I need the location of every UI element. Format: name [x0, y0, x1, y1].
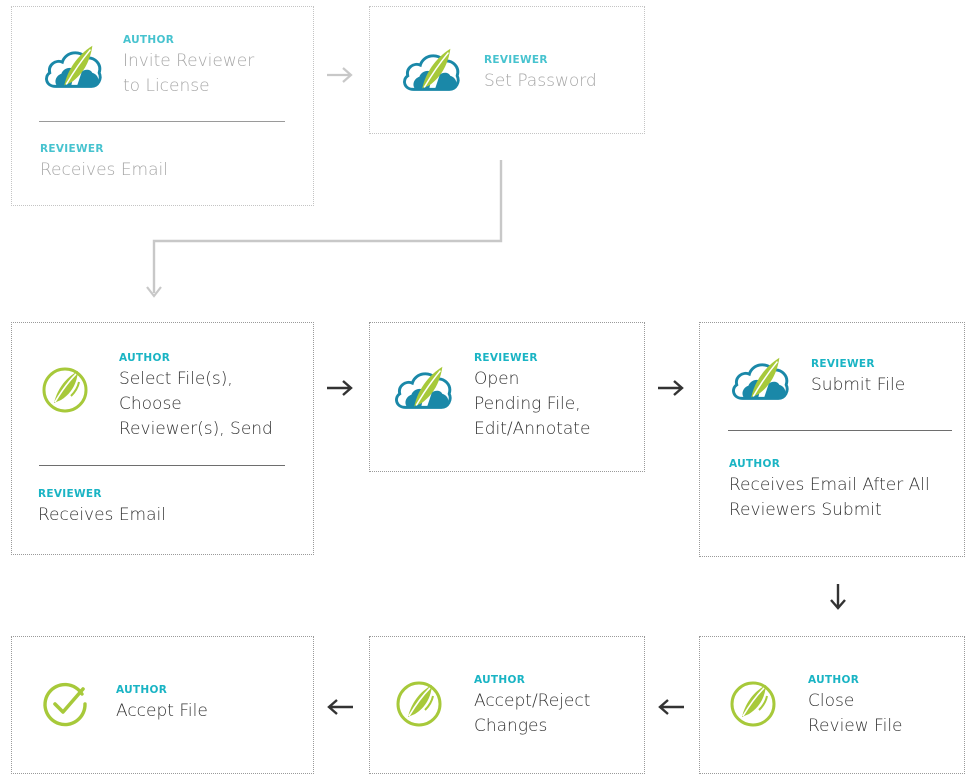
role-label: REVIEWER — [474, 352, 538, 364]
step-box-set-password: REVIEWER Set Password — [369, 6, 645, 134]
arrow-left-icon — [658, 699, 684, 715]
step-box-select-files: AUTHOR Select File(s), Choose Reviewer(s… — [11, 322, 314, 555]
action-label: Close Review File — [808, 691, 903, 736]
connector-arrow — [146, 160, 503, 298]
role-label: REVIEWER — [40, 143, 104, 155]
cloud-feather-icon — [42, 42, 104, 92]
step-box-open-pending: REVIEWER Open Pending File, Edit/Annotat… — [369, 322, 645, 472]
role-label: AUTHOR — [474, 674, 526, 686]
feather-circle-icon — [41, 366, 89, 414]
action-label: Open Pending File, Edit/Annotate — [474, 369, 591, 439]
action-label: Receives Email — [38, 505, 166, 525]
divider — [39, 465, 285, 466]
role-label: AUTHOR — [116, 684, 168, 696]
role-label: REVIEWER — [811, 358, 875, 370]
arrow-right-icon — [327, 67, 353, 83]
step-box-accept-file: AUTHOR Accept File — [11, 636, 314, 774]
step-box-submit-file: REVIEWER Submit File AUTHOR Receives Ema… — [699, 322, 965, 557]
step-box-accept-reject: AUTHOR Accept/Reject Changes — [369, 636, 645, 774]
cloud-feather-icon — [400, 45, 462, 95]
feather-circle-icon — [729, 680, 777, 728]
cloud-feather-icon — [392, 363, 454, 413]
arrow-left-icon — [327, 699, 353, 715]
role-label: REVIEWER — [38, 488, 102, 500]
divider — [39, 121, 285, 122]
feather-circle-icon — [395, 680, 443, 728]
step-box-close-review: AUTHOR Close Review File — [699, 636, 965, 774]
arrow-right-icon — [327, 380, 353, 396]
action-label: Select File(s), Choose Reviewer(s), Send — [119, 369, 273, 439]
arrow-down-icon — [830, 584, 846, 610]
divider — [728, 430, 952, 431]
check-circle-icon — [41, 680, 89, 728]
role-label: AUTHOR — [123, 34, 175, 46]
action-label: Receives Email After All Reviewers Submi… — [729, 475, 930, 520]
role-label: REVIEWER — [484, 54, 548, 66]
action-label: Accept File — [116, 701, 208, 721]
action-label: Accept/Reject Changes — [474, 691, 591, 736]
arrow-right-icon — [658, 380, 684, 396]
cloud-feather-icon — [729, 354, 791, 404]
role-label: AUTHOR — [729, 458, 781, 470]
action-label: Submit File — [811, 375, 906, 395]
action-label: Set Password — [484, 71, 597, 91]
role-label: AUTHOR — [119, 352, 171, 364]
action-label: Invite Reviewer to License — [123, 51, 255, 96]
role-label: AUTHOR — [808, 674, 860, 686]
